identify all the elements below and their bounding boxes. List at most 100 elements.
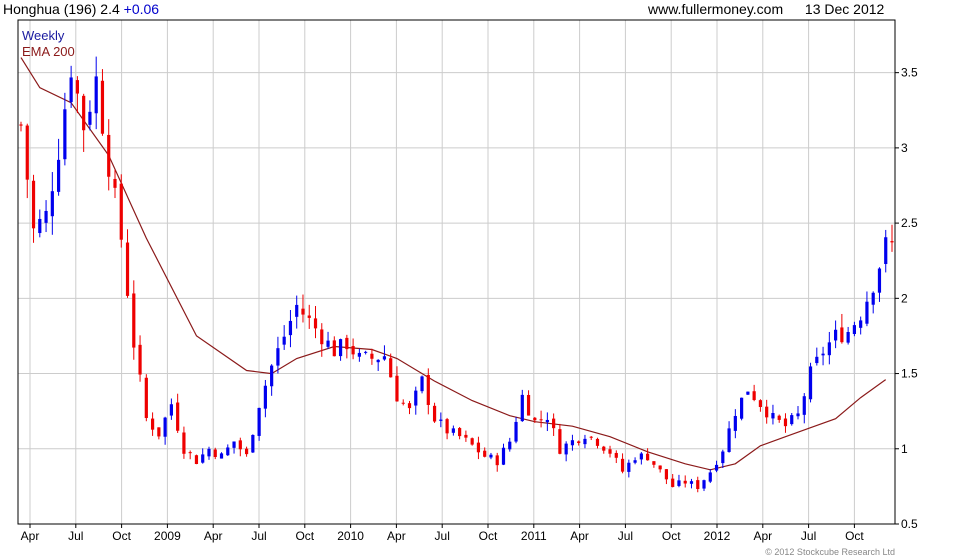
candle-body (407, 403, 412, 409)
x-tick-label: Jul (801, 529, 816, 543)
candle-body (244, 448, 249, 455)
candle-body (132, 293, 136, 348)
candle-body (44, 210, 48, 223)
candle-body (696, 480, 700, 489)
candle-body (539, 419, 543, 421)
candle-body (602, 446, 606, 451)
candle-body (483, 450, 487, 457)
ema-200-line (20, 57, 887, 471)
candle-body (276, 348, 280, 366)
candle-body (802, 396, 806, 415)
candle-body (620, 458, 625, 472)
x-tick-label: Oct (845, 529, 864, 543)
x-tick-label: Oct (662, 529, 681, 543)
candle-body (50, 191, 54, 217)
candle-body (376, 359, 380, 363)
candle-body (821, 353, 825, 356)
candle-body (432, 405, 437, 422)
candle-body (307, 315, 311, 318)
candle-body (552, 418, 556, 429)
candle-body (251, 434, 255, 453)
candle-body (583, 438, 587, 445)
x-tick-label: Oct (295, 529, 314, 543)
candle-body (671, 478, 675, 487)
candle-body (426, 374, 430, 405)
y-tick-label: 2.5 (901, 216, 918, 230)
candle-body (270, 365, 274, 387)
candle-body (877, 268, 882, 293)
x-tick-label: Jul (618, 529, 633, 543)
candle-body (232, 441, 236, 448)
candle-body (31, 180, 36, 229)
x-tick-label: Apr (387, 529, 406, 543)
candle-body (351, 346, 355, 355)
candle-body (213, 449, 217, 458)
candle-body (357, 352, 361, 357)
candle-body (370, 353, 374, 359)
candle-body (840, 327, 844, 343)
candle-body (19, 124, 23, 126)
x-tick-label: 2010 (337, 529, 364, 543)
candle-body (746, 391, 750, 395)
copyright-label: © 2012 Stockcube Research Ltd (765, 547, 895, 557)
candle-body (69, 77, 73, 103)
candle-body (865, 301, 869, 324)
candle-body (758, 400, 763, 408)
candle-body (188, 452, 192, 454)
candle-body (859, 320, 863, 328)
candle-body (458, 428, 462, 437)
candle-body (226, 447, 230, 456)
candle-body (533, 417, 537, 421)
candle-body (476, 442, 481, 453)
candle-body (207, 448, 211, 457)
candle-body (733, 415, 737, 431)
candle-body (163, 417, 167, 437)
candle-body (796, 413, 800, 417)
candle-body (589, 436, 593, 438)
candle-body (834, 329, 838, 341)
candle-body (451, 428, 455, 433)
candle-body (201, 454, 205, 463)
candle-body (777, 415, 781, 420)
y-tick-label: 2 (901, 291, 908, 305)
candle-body (439, 419, 443, 421)
candle-body (389, 358, 393, 378)
x-tick-label: Jul (435, 529, 450, 543)
candle-body (382, 356, 387, 360)
candle-body (326, 340, 330, 347)
x-tick-label: 2011 (521, 529, 547, 543)
candle-body (808, 366, 813, 400)
candle-body (783, 418, 788, 427)
candle-body (100, 80, 105, 134)
candle-body (890, 241, 894, 243)
candle-body (708, 472, 712, 482)
candle-body (871, 292, 875, 305)
candle-body (182, 432, 186, 454)
candle-body (639, 453, 643, 460)
x-tick-label: 2009 (154, 529, 181, 543)
candle-body (169, 404, 173, 416)
candle-body (884, 237, 888, 265)
candle-body (683, 480, 687, 484)
candle-body (564, 443, 568, 455)
candle-body (395, 375, 399, 402)
x-tick-label: Apr (204, 529, 223, 543)
candle-body (63, 109, 67, 160)
candle-body (727, 428, 731, 452)
candle-body (157, 427, 161, 437)
candle-body (765, 406, 769, 418)
candle-body (627, 462, 631, 472)
candle-body (176, 402, 180, 431)
candle-body (608, 449, 612, 454)
candle-body (771, 413, 775, 419)
candle-body (75, 80, 79, 94)
candle-body (38, 218, 42, 234)
candle-body (501, 447, 506, 465)
price-chart: 0.5 1 1.5 2 2.5 3 3.5 Apr Jul Oct 2009 Apr Jul Oct 20… (17, 19, 918, 557)
candle-body (295, 304, 299, 317)
candle-body (194, 455, 199, 465)
candle-body (238, 440, 242, 450)
x-tick-label: 2012 (704, 529, 731, 543)
candle-body (88, 111, 92, 125)
y-tick-label: 3.5 (901, 66, 918, 80)
